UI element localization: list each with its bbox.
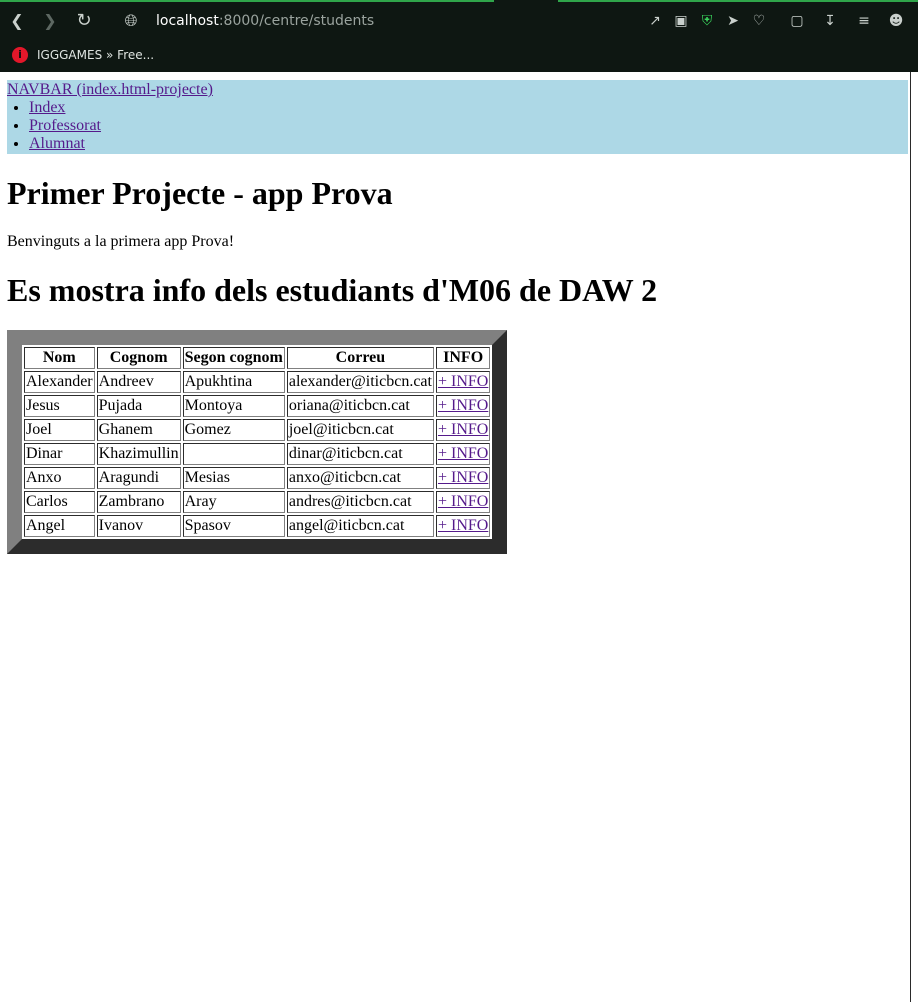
table-row: Jesus Pujada Montoya oriana@iticbcn.cat … [24,395,491,417]
table-row: Angel Ivanov Spasov angel@iticbcn.cat + … [24,515,491,537]
alumnat-link[interactable]: Alumnat [29,135,85,152]
navbar-item-index: Index [29,99,908,117]
navbar: NAVBAR (index.html-projecte) Index Profe… [7,80,908,154]
igggames-favicon-icon: i [12,47,28,63]
url-host: localhost [156,13,219,29]
cell-segon-cognom [182,443,285,465]
cell-info: + INFO [435,491,491,513]
navbar-links: Index Professorat Alumnat [7,99,908,153]
students-table: Nom Cognom Segon cognom Correu INFO Alex… [7,330,508,554]
scrollbar[interactable] [910,72,918,1002]
cell-cognom: Andreev [96,371,181,393]
bookmark-label: IGGGAMES » Free... [37,48,155,62]
cell-segon-cognom: Montoya [182,395,285,417]
cell-nom: Jesus [24,395,95,417]
cell-nom: Carlos [24,491,95,513]
forward-icon[interactable]: ❯ [39,10,61,32]
cell-correu: dinar@iticbcn.cat [286,443,434,465]
cell-segon-cognom: Mesias [182,467,285,489]
cell-info: + INFO [435,419,491,441]
share-icon[interactable]: ↗ [646,11,664,31]
navbar-item-alumnat: Alumnat [29,135,908,153]
reload-icon[interactable]: ↻ [73,10,95,32]
header-cognom: Cognom [96,347,181,369]
tab-accent [558,0,918,2]
cell-segon-cognom: Apukhtina [182,371,285,393]
cell-correu: andres@iticbcn.cat [286,491,434,513]
page-viewport: NAVBAR (index.html-projecte) Index Profe… [0,72,910,1002]
info-link[interactable]: + INFO [438,445,488,462]
download-icon[interactable]: ↧ [821,11,839,31]
professorat-link[interactable]: Professorat [29,117,101,134]
table-header-row: Nom Cognom Segon cognom Correu INFO [24,347,491,369]
cube-icon[interactable]: ▢ [788,11,806,31]
heart-icon[interactable]: ♡ [750,11,768,31]
cell-info: + INFO [435,467,491,489]
navbar-item-professorat: Professorat [29,117,908,135]
header-correu: Correu [286,347,434,369]
cell-correu: joel@iticbcn.cat [286,419,434,441]
header-nom: Nom [24,347,95,369]
back-icon[interactable]: ❮ [6,10,28,32]
send-icon[interactable]: ➤ [724,11,742,31]
cell-correu: angel@iticbcn.cat [286,515,434,537]
url-path: :8000/centre/students [218,13,375,29]
table-row: Alexander Andreev Apukhtina alexander@it… [24,371,491,393]
cell-nom: Joel [24,419,95,441]
section-title: Es mostra info dels estudiants d'M06 de … [7,272,658,308]
cell-nom: Alexander [24,371,95,393]
table-row: Joel Ghanem Gomez joel@iticbcn.cat + INF… [24,419,491,441]
shield-icon[interactable]: ⛨ [698,11,716,31]
cell-info: + INFO [435,443,491,465]
info-link[interactable]: + INFO [438,493,488,510]
cell-nom: Angel [24,515,95,537]
bookmarks-bar: i IGGGAMES » Free... [0,42,918,68]
info-link[interactable]: + INFO [438,469,488,486]
browser-chrome: ❮ ❯ ↻ 🌐︎ localhost:8000/centre/students … [0,0,918,72]
cell-segon-cognom: Aray [182,491,285,513]
globe-icon: 🌐︎ [124,11,138,30]
cell-segon-cognom: Gomez [182,419,285,441]
cell-cognom: Pujada [96,395,181,417]
cell-cognom: Khazimullin [96,443,181,465]
cell-nom: Dinar [24,443,95,465]
cell-correu: anxo@iticbcn.cat [286,467,434,489]
cell-cognom: Zambrano [96,491,181,513]
cell-info: + INFO [435,515,491,537]
bookmark-igggames[interactable]: i IGGGAMES » Free... [12,45,154,65]
page-title: Primer Projecte - app Prova [7,175,393,211]
cell-info: + INFO [435,395,491,417]
info-link[interactable]: + INFO [438,517,488,534]
welcome-text: Benvinguts a la primera app Prova! [7,233,235,250]
navbar-title-link[interactable]: NAVBAR (index.html-projecte) [7,81,908,99]
index-link[interactable]: Index [29,99,65,116]
header-info: INFO [435,347,491,369]
table-row: Anxo Aragundi Mesias anxo@iticbcn.cat + … [24,467,491,489]
cell-correu: oriana@iticbcn.cat [286,395,434,417]
info-link[interactable]: + INFO [438,421,488,438]
settings-icon[interactable]: ≡ [855,11,873,31]
cell-correu: alexander@iticbcn.cat [286,371,434,393]
tab-accent [0,0,494,2]
camera-icon[interactable]: ▣ [672,11,690,31]
table-row: Dinar Khazimullin dinar@iticbcn.cat + IN… [24,443,491,465]
table-row: Carlos Zambrano Aray andres@iticbcn.cat … [24,491,491,513]
info-link[interactable]: + INFO [438,397,488,414]
cell-nom: Anxo [24,467,95,489]
cell-cognom: Ivanov [96,515,181,537]
info-link[interactable]: + INFO [438,373,488,390]
address-bar[interactable]: localhost:8000/centre/students [156,11,374,31]
profile-icon[interactable]: ☻ [887,11,905,31]
header-segon-cognom: Segon cognom [182,347,285,369]
cell-cognom: Ghanem [96,419,181,441]
cell-info: + INFO [435,371,491,393]
cell-cognom: Aragundi [96,467,181,489]
cell-segon-cognom: Spasov [182,515,285,537]
